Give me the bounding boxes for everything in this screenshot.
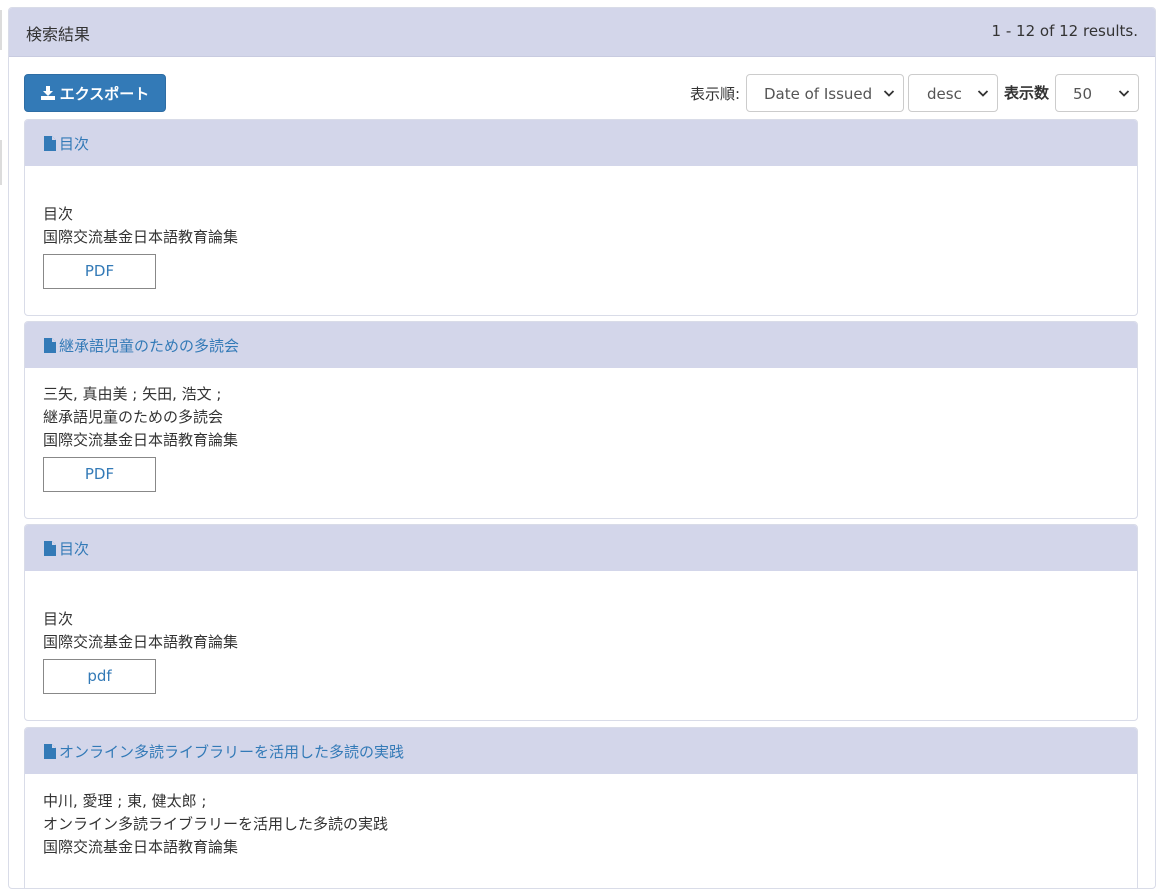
result-heading: 目次 — [25, 120, 1137, 166]
sort-select-value: Date of Issued — [764, 85, 873, 103]
sort-select[interactable]: Date of Issued — [746, 74, 904, 112]
result-heading: オンライン多読ライブラリーを活用した多読の実践 — [25, 728, 1137, 774]
sort-label: 表示順: — [690, 85, 741, 103]
order-select-value: desc — [927, 85, 962, 103]
results-count: 1 - 12 of 12 results. — [991, 22, 1138, 40]
result-card: 目次 目次 国際交流基金日本語教育論集 PDF — [24, 119, 1138, 316]
left-edge-tick — [0, 140, 2, 185]
pdf-download-button[interactable]: PDF — [43, 457, 156, 492]
result-title: 目次 — [59, 540, 90, 558]
chevron-down-icon — [1118, 90, 1130, 97]
result-body: 三矢, 真由美 ; 矢田, 浩文 ; 継承語児童のための多読会 国際交流基金日本… — [25, 368, 1137, 492]
result-title-link[interactable]: 目次 — [44, 133, 89, 154]
result-title: 目次 — [59, 135, 90, 153]
result-authors: 中川, 愛理 ; 東, 健太郎 ; — [43, 792, 207, 810]
chevron-down-icon — [977, 90, 989, 97]
result-item-title: 目次 — [43, 205, 74, 223]
result-journal: 国際交流基金日本語教育論集 — [43, 431, 239, 449]
result-authors: 三矢, 真由美 ; 矢田, 浩文 ; — [43, 385, 222, 403]
result-title: 継承語児童のための多読会 — [59, 337, 240, 355]
pdf-download-button[interactable]: pdf — [43, 659, 156, 694]
pdf-download-button[interactable]: PDF — [43, 254, 156, 289]
result-journal: 国際交流基金日本語教育論集 — [43, 838, 239, 856]
result-title-link[interactable]: オンライン多読ライブラリーを活用した多読の実践 — [44, 741, 404, 762]
file-icon — [44, 744, 56, 759]
results-toolbar: エクスポート 表示順: Date of Issued desc 表示数 50 — [9, 57, 1155, 119]
result-body: 中川, 愛理 ; 東, 健太郎 ; オンライン多読ライブラリーを活用した多読の実… — [25, 774, 1137, 859]
panel-heading: 検索結果 1 - 12 of 12 results. — [9, 8, 1155, 57]
count-label: 表示数 — [1004, 84, 1050, 102]
result-card: 目次 目次 国際交流基金日本語教育論集 pdf — [24, 524, 1138, 721]
result-body: 目次 国際交流基金日本語教育論集 pdf — [25, 571, 1137, 694]
export-button[interactable]: エクスポート — [24, 74, 166, 112]
file-icon — [44, 136, 56, 151]
left-edge-tick — [0, 10, 2, 50]
count-select-value: 50 — [1073, 85, 1093, 103]
result-heading: 継承語児童のための多読会 — [25, 322, 1137, 368]
result-card: オンライン多読ライブラリーを活用した多読の実践 中川, 愛理 ; 東, 健太郎 … — [24, 727, 1138, 888]
search-results-panel: 検索結果 1 - 12 of 12 results. エクスポート 表示順: D… — [8, 7, 1156, 889]
result-title: オンライン多読ライブラリーを活用した多読の実践 — [59, 743, 405, 761]
result-item-title: オンライン多読ライブラリーを活用した多読の実践 — [43, 815, 389, 833]
result-title-link[interactable]: 継承語児童のための多読会 — [44, 335, 239, 356]
export-button-label: エクスポート — [59, 84, 150, 103]
file-icon — [44, 338, 56, 353]
result-card: 継承語児童のための多読会 三矢, 真由美 ; 矢田, 浩文 ; 継承語児童のため… — [24, 321, 1138, 519]
left-edge — [0, 0, 3, 861]
result-title-link[interactable]: 目次 — [44, 538, 89, 559]
panel-title: 検索結果 — [26, 25, 91, 44]
chevron-down-icon — [883, 90, 895, 97]
count-select[interactable]: 50 — [1055, 74, 1139, 112]
result-body: 目次 国際交流基金日本語教育論集 PDF — [25, 166, 1137, 289]
result-item-title: 目次 — [43, 610, 74, 628]
result-item-title: 継承語児童のための多読会 — [43, 408, 224, 426]
result-heading: 目次 — [25, 525, 1137, 571]
result-journal: 国際交流基金日本語教育論集 — [43, 633, 239, 651]
order-select[interactable]: desc — [908, 74, 998, 112]
file-icon — [44, 541, 56, 556]
result-journal: 国際交流基金日本語教育論集 — [43, 228, 239, 246]
download-icon — [40, 86, 55, 100]
